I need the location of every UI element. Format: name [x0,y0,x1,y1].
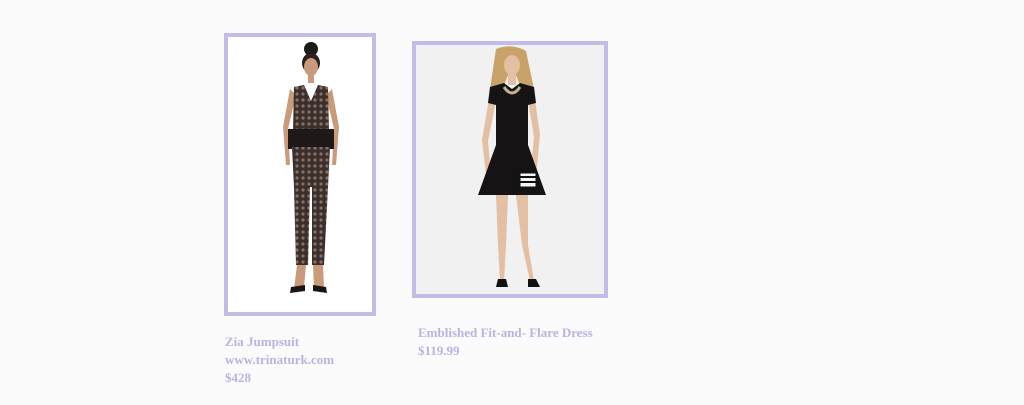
product-image-frame[interactable] [224,33,376,316]
product-name-link[interactable]: Emblished Fit-and- Flare Dress [418,324,593,342]
product-price: $428 [225,370,251,385]
product-name-link[interactable]: Zia Jumpsuit [225,333,334,351]
jumpsuit-model-image [228,37,372,312]
product-source-link[interactable]: www.trinaturk.com [225,351,334,369]
product-caption: Emblished Fit-and- Flare Dress $119.99 [418,324,593,360]
product-image-frame[interactable] [412,41,608,298]
product-price: $119.99 [418,343,460,358]
dress-model-image [416,45,604,294]
product-caption: Zia Jumpsuit www.trinaturk.com $428 [225,333,334,387]
